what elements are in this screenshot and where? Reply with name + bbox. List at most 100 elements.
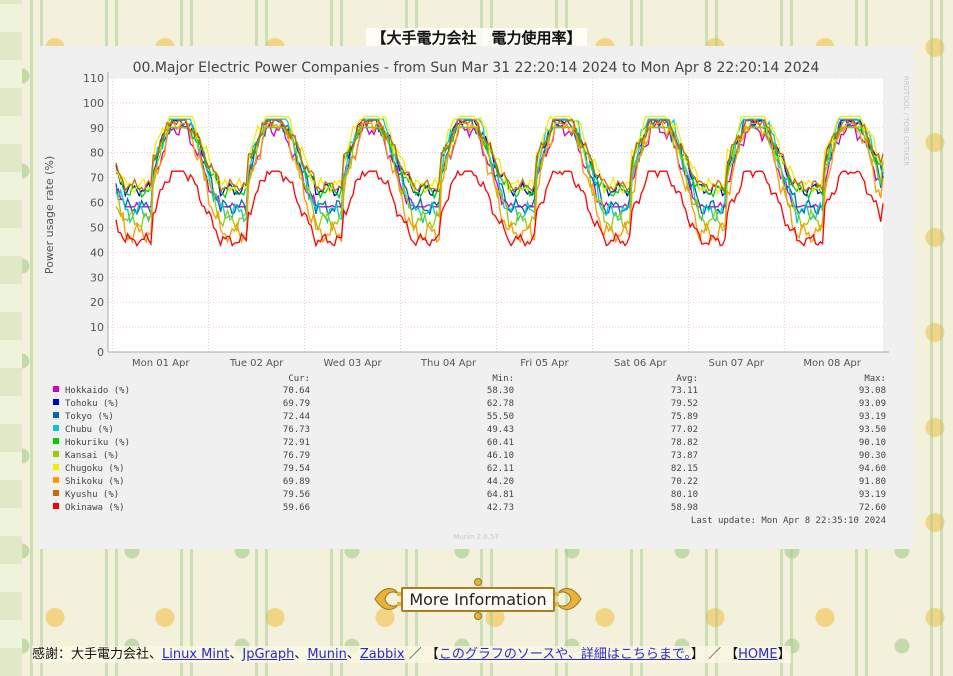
link-jpgraph[interactable]: JpGraph (242, 647, 294, 662)
legend-avg: 79.52 (671, 399, 698, 409)
legend-swatch (53, 477, 59, 483)
legend-swatch (53, 386, 59, 392)
legend-swatch (53, 503, 59, 509)
legend-name: Shikoku (%) (65, 477, 125, 487)
munin-version: Munin 2.0.57 (453, 533, 499, 541)
chart: 0 10 20 30 40 50 60 70 80 90 100 110 Mon 01 Apr Tue 0… (43, 60, 910, 541)
link-zabbix[interactable]: Zabbix (360, 647, 405, 662)
legend-avg: 70.22 (671, 477, 698, 487)
legend-max: 90.10 (859, 438, 886, 448)
legend-header: Min: (492, 374, 514, 384)
legend-avg: 73.11 (671, 386, 698, 396)
x-tick-label: Wed 03 Apr (323, 358, 382, 369)
munin-graph: 0 10 20 30 40 50 60 70 80 90 100 110 Mon 01 Apr Tue 0… (38, 46, 914, 549)
footer: 感謝：大手電力会社、Linux Mint、JpGraph、Munin、Zabbi… (32, 646, 791, 663)
legend-avg: 58.98 (671, 503, 698, 513)
footer-thanks: 感謝：大手電力会社、 (32, 647, 163, 662)
legend-max: 93.19 (859, 412, 886, 422)
legend-cur: 69.79 (283, 399, 310, 409)
legend-cur: 59.66 (283, 503, 310, 513)
legend-cur: 72.91 (283, 438, 310, 448)
legend-max: 94.60 (859, 464, 886, 474)
x-tick-label: Sat 06 Apr (614, 358, 668, 369)
legend-min: 62.11 (487, 464, 514, 474)
y-axis-label: Power usage rate (%) (43, 156, 56, 274)
legend-name: Chubu (%) (65, 425, 114, 435)
y-tick-label: 0 (97, 346, 104, 359)
x-tick-label: Thu 04 Apr (420, 358, 477, 369)
link-munin[interactable]: Munin (307, 647, 347, 662)
legend-max: 93.09 (859, 399, 886, 409)
legend-swatch (53, 451, 59, 457)
legend-name: Tohoku (%) (65, 399, 119, 409)
y-tick-label: 20 (90, 296, 104, 309)
legend-name: Kansai (%) (65, 451, 119, 461)
y-tick-label: 70 (90, 172, 104, 185)
legend-header: Cur: (288, 374, 310, 384)
legend-cur: 79.56 (283, 490, 310, 500)
legend-max: 93.19 (859, 490, 886, 500)
legend-min: 55.50 (487, 412, 514, 422)
more-information-label: More Information (401, 586, 555, 612)
legend-min: 64.81 (487, 490, 514, 500)
legend-avg: 82.15 (671, 464, 698, 474)
y-tick-label: 10 (90, 321, 104, 334)
legend-avg: 80.10 (671, 490, 698, 500)
legend-swatch (53, 490, 59, 496)
y-tick-label: 90 (90, 122, 104, 135)
legend-swatch (53, 464, 59, 470)
legend-name: Chugoku (%) (65, 464, 125, 474)
legend-swatch (53, 399, 59, 405)
legend-max: 72.60 (859, 503, 886, 513)
legend-max: 90.30 (859, 451, 886, 461)
legend-cur: 76.73 (283, 425, 310, 435)
legend-max: 91.80 (859, 477, 886, 487)
y-tick-label: 80 (90, 147, 104, 160)
legend-swatch (53, 438, 59, 444)
legend-min: 42.73 (487, 503, 514, 513)
x-tick-label: Sun 07 Apr (709, 358, 765, 369)
x-tick-label: Mon 08 Apr (803, 358, 861, 369)
legend-name: Hokuriku (%) (65, 438, 130, 448)
legend-header: Max: (864, 374, 886, 384)
legend-max: 93.08 (859, 386, 886, 396)
legend-swatch (53, 412, 59, 418)
legend-cur: 79.54 (283, 464, 310, 474)
rrdtool-credit: RRDTOOL / TOBI OETIKER (902, 76, 910, 166)
x-tick-label: Mon 01 Apr (132, 358, 190, 369)
y-tick-label: 60 (90, 197, 104, 210)
link-source-details[interactable]: このグラフのソースや、詳細はこちらまで。 (439, 647, 691, 662)
y-tick-label: 50 (90, 221, 104, 234)
legend-name: Kyushu (%) (65, 490, 119, 500)
y-tick-label: 30 (90, 271, 104, 284)
legend-min: 60.41 (487, 438, 514, 448)
legend-swatch (53, 425, 59, 431)
background-strip (0, 0, 22, 676)
legend-avg: 73.87 (671, 451, 698, 461)
page-title: 【大手電力会社 電力使用率】 (0, 27, 953, 48)
legend-avg: 78.82 (671, 438, 698, 448)
legend-max: 93.50 (859, 425, 886, 435)
legend-min: 44.20 (487, 477, 514, 487)
page-title-text: 【大手電力会社 電力使用率】 (366, 28, 587, 48)
y-tick-label: 40 (90, 246, 104, 259)
link-linux-mint[interactable]: Linux Mint (162, 647, 229, 662)
chart-title: 00.Major Electric Power Companies - from… (133, 60, 820, 76)
legend-cur: 69.89 (283, 477, 310, 487)
x-tick-label: Fri 05 Apr (520, 358, 569, 369)
legend-name: Tokyo (%) (65, 412, 114, 422)
legend-min: 49.43 (487, 425, 514, 435)
x-tick-label: Tue 02 Apr (229, 358, 284, 369)
legend-avg: 77.02 (671, 425, 698, 435)
more-information-button[interactable]: More Information (371, 578, 585, 620)
legend-cur: 70.64 (283, 386, 310, 396)
legend-name: Okinawa (%) (65, 503, 125, 513)
link-home[interactable]: HOME (738, 647, 777, 662)
last-update: Last update: Mon Apr 8 22:35:10 2024 (691, 516, 886, 526)
y-tick-label: 110 (83, 72, 104, 85)
legend-name: Hokkaido (%) (65, 386, 130, 396)
legend-min: 46.10 (487, 451, 514, 461)
legend-min: 58.30 (487, 386, 514, 396)
legend-cur: 76.79 (283, 451, 310, 461)
legend-min: 62.78 (487, 399, 514, 409)
